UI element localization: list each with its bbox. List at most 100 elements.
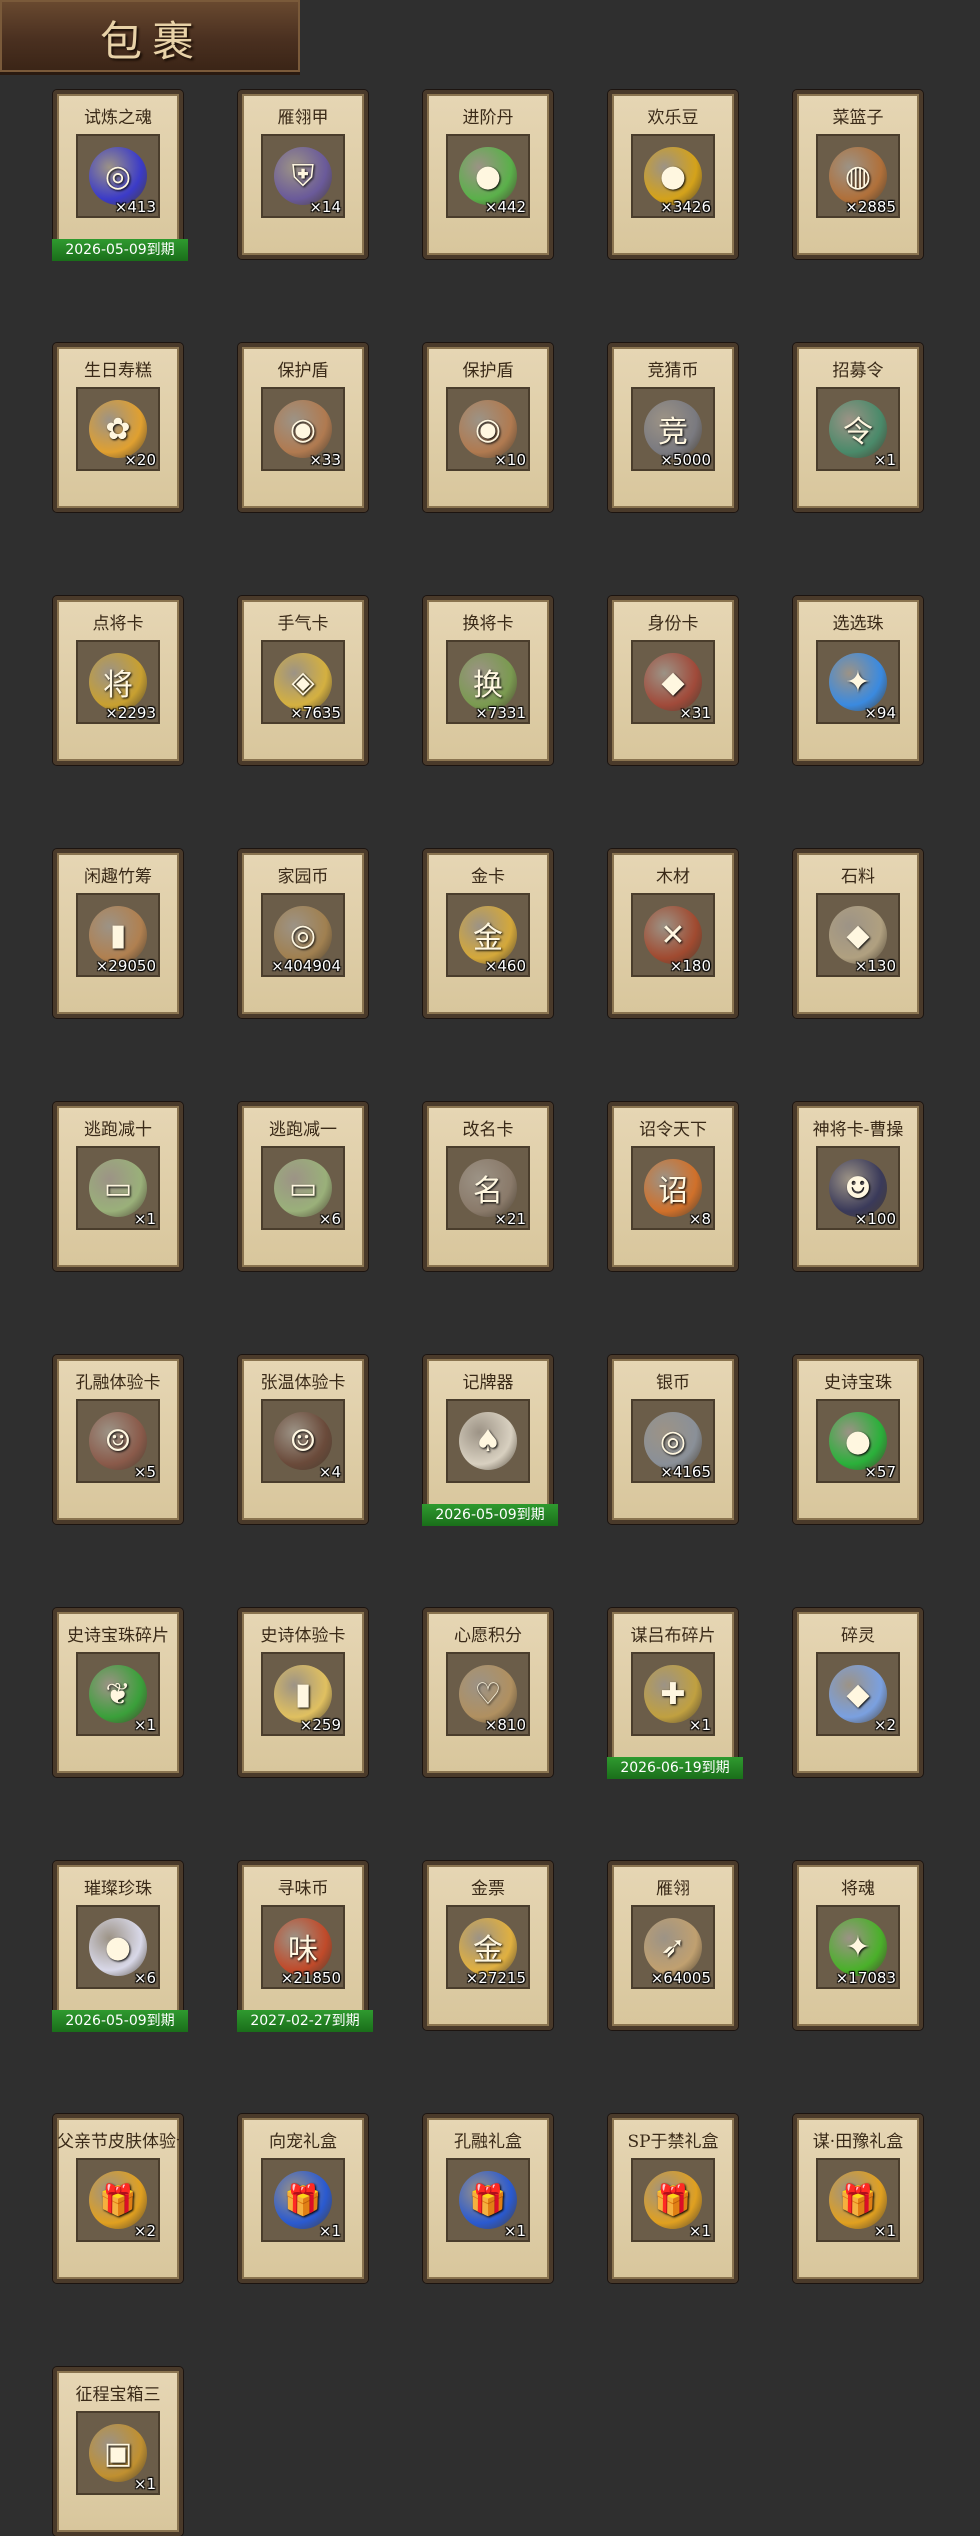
inventory-item[interactable]: 换将卡换 ×7331: [423, 596, 553, 765]
item-icon-frame: 味 ×21850: [261, 1905, 345, 1989]
inventory-item[interactable]: 史诗体验卡 ▮ ×259: [238, 1608, 368, 1777]
inventory-item[interactable]: 金票金 ×27215: [423, 1861, 553, 2030]
inventory-item[interactable]: 向宠礼盒 🎁 ×1: [238, 2114, 368, 2283]
item-name: 菜篮子: [832, 108, 884, 128]
inventory-item[interactable]: 招募令令 ×1: [793, 343, 923, 512]
item-count: ×4: [318, 1463, 341, 1481]
item-name: 张温体验卡: [260, 1373, 346, 1393]
item-count: ×3426: [660, 198, 711, 216]
playing-cards-icon: ♠: [459, 1412, 517, 1470]
item-name: 竞猜币: [647, 361, 699, 381]
bamboo-token-icon: ▮: [89, 906, 147, 964]
item-name: 父亲节皮肤体验卡: [57, 2132, 179, 2152]
inventory-item[interactable]: 金卡金 ×460: [423, 849, 553, 1018]
inventory-item[interactable]: SP于禁礼盒 🎁 ×1: [608, 2114, 738, 2283]
item-name: 欢乐豆: [647, 108, 699, 128]
inventory-item[interactable]: 生日寿糕 ✿ ×20: [53, 343, 183, 512]
inventory-item[interactable]: 心愿积分 ♡ ×810: [423, 1608, 553, 1777]
inventory-item[interactable]: 雁翎 ➶ ×64005: [608, 1861, 738, 2030]
escape-tag-icon: ▭: [274, 1159, 332, 1217]
inventory-item[interactable]: 张温体验卡 ☺ ×4: [238, 1355, 368, 1524]
inventory-item[interactable]: 谋·田豫礼盒 🎁 ×1: [793, 2114, 923, 2283]
inventory-item[interactable]: 菜篮子 ◍ ×2885: [793, 90, 923, 259]
item-name: 进阶丹: [462, 108, 514, 128]
item-count: ×259: [299, 1716, 341, 1734]
item-name: 向宠礼盒: [269, 2132, 337, 2152]
inventory-item[interactable]: 保护盾 ◉ ×33: [238, 343, 368, 512]
inventory-item[interactable]: 璀璨珍珠 ● ×6 2026-05-09到期: [52, 1861, 188, 2032]
inventory-item[interactable]: 试炼之魂 ◎ ×413 2026-05-09到期: [52, 90, 188, 261]
crystal-icon: ◆: [829, 1665, 887, 1723]
item-count: ×100: [854, 1210, 896, 1228]
item-icon-frame: ➶ ×64005: [631, 1905, 715, 1989]
item-icon-frame: ♠: [446, 1399, 530, 1483]
expiry-badge: 2027-02-27到期: [237, 2010, 373, 2032]
inventory-item[interactable]: 父亲节皮肤体验卡 🎁×2: [53, 2114, 183, 2283]
inventory-item[interactable]: 逃跑减一 ▭ ×6: [238, 1102, 368, 1271]
inventory-item[interactable]: 石料 ◆ ×130: [793, 849, 923, 1018]
treasure-chest-icon: ▣: [89, 2424, 147, 2482]
item-icon-frame: ▮ ×29050: [76, 893, 160, 977]
green-soul-icon: ✦: [829, 1918, 887, 1976]
inventory-item[interactable]: 选选珠 ✦ ×94: [793, 596, 923, 765]
inventory-item[interactable]: 进阶丹 ● ×442: [423, 90, 553, 259]
inventory-item[interactable]: 逃跑减十 ▭ ×1: [53, 1102, 183, 1271]
item-count: ×33: [309, 451, 341, 469]
item-name: 选选珠: [832, 614, 884, 634]
inventory-item[interactable]: 碎灵 ◆ ×2: [793, 1608, 923, 1777]
inventory-item[interactable]: 银币 ◎ ×4165: [608, 1355, 738, 1524]
item-name: 金票: [471, 1879, 505, 1899]
item-count: ×21850: [280, 1969, 341, 1987]
item-name: 银币: [656, 1373, 690, 1393]
inventory-item[interactable]: 点将卡将 ×2293: [53, 596, 183, 765]
gold-card-icon: ▮: [274, 1665, 332, 1723]
item-name: 史诗宝珠: [824, 1373, 892, 1393]
inventory-item[interactable]: 征程宝箱三 ▣ ×1: [53, 2367, 183, 2536]
gift-box-icon: 🎁: [644, 2171, 702, 2229]
inventory-item[interactable]: 谋吕布碎片 ✚ ×1 2026-06-19到期: [607, 1608, 743, 1779]
item-count: ×2: [873, 1716, 896, 1734]
item-icon-frame: ◆ ×130: [816, 893, 900, 977]
item-icon-frame: 诏 ×8: [631, 1146, 715, 1230]
inventory-item[interactable]: 改名卡名 ×21: [423, 1102, 553, 1271]
inventory-item[interactable]: 身份卡 ◆ ×31: [608, 596, 738, 765]
inventory-item[interactable]: 孔融礼盒 🎁 ×1: [423, 2114, 553, 2283]
inventory-item[interactable]: 孔融体验卡 ☺ ×5: [53, 1355, 183, 1524]
inventory-item[interactable]: 保护盾 ◉ ×10: [423, 343, 553, 512]
inventory-item[interactable]: 史诗宝珠 ● ×57: [793, 1355, 923, 1524]
expiry-badge: 2026-05-09到期: [52, 239, 188, 261]
item-count: ×17083: [835, 1969, 896, 1987]
general-card-icon: 将: [89, 653, 147, 711]
item-count: ×130: [854, 957, 896, 975]
item-count: ×442: [484, 198, 526, 216]
inventory-item[interactable]: 手气卡 ◈ ×7635: [238, 596, 368, 765]
inventory-item[interactable]: 闲趣竹筹 ▮ ×29050: [53, 849, 183, 1018]
inventory-item[interactable]: 诏令天下诏 ×8: [608, 1102, 738, 1271]
inventory-item[interactable]: 欢乐豆 ● ×3426: [608, 90, 738, 259]
item-icon-frame: ✕ ×180: [631, 893, 715, 977]
item-count: ×2293: [105, 704, 156, 722]
item-count: ×14: [309, 198, 341, 216]
inventory-header: 包裹: [0, 0, 300, 75]
inventory-item[interactable]: 史诗宝珠碎片 ❦ ×1: [53, 1608, 183, 1777]
item-icon-frame: ✦ ×17083: [816, 1905, 900, 1989]
item-icon-frame: 换 ×7331: [446, 640, 530, 724]
inventory-item[interactable]: 家园币 ◎ ×404904: [238, 849, 368, 1018]
item-name: 换将卡: [462, 614, 514, 634]
inventory-item[interactable]: 雁翎甲 ⛨ ×14: [238, 90, 368, 259]
inventory-item[interactable]: 竞猜币竞 ×5000: [608, 343, 738, 512]
inventory-item[interactable]: 记牌器 ♠ 2026-05-09到期: [422, 1355, 558, 1526]
item-name: 诏令天下: [639, 1120, 707, 1140]
item-icon-frame: 🎁 ×1: [261, 2158, 345, 2242]
inventory-item[interactable]: 木材 ✕ ×180: [608, 849, 738, 1018]
item-icon-frame: ⛨ ×14: [261, 134, 345, 218]
expiry-badge: 2026-05-09到期: [52, 2010, 188, 2032]
inventory-item[interactable]: 神将卡-曹操 ☻ ×100: [793, 1102, 923, 1271]
expiry-badge: 2026-05-09到期: [422, 1504, 558, 1526]
page-title: 包裹: [100, 17, 205, 66]
inventory-item[interactable]: 将魂 ✦ ×17083: [793, 1861, 923, 2030]
inventory-item[interactable]: 寻味币味 ×21850 2027-02-27到期: [237, 1861, 373, 2032]
item-name: 雁翎甲: [277, 108, 329, 128]
puzzle-piece-icon: ✚: [644, 1665, 702, 1723]
item-name: 记牌器: [462, 1373, 514, 1393]
